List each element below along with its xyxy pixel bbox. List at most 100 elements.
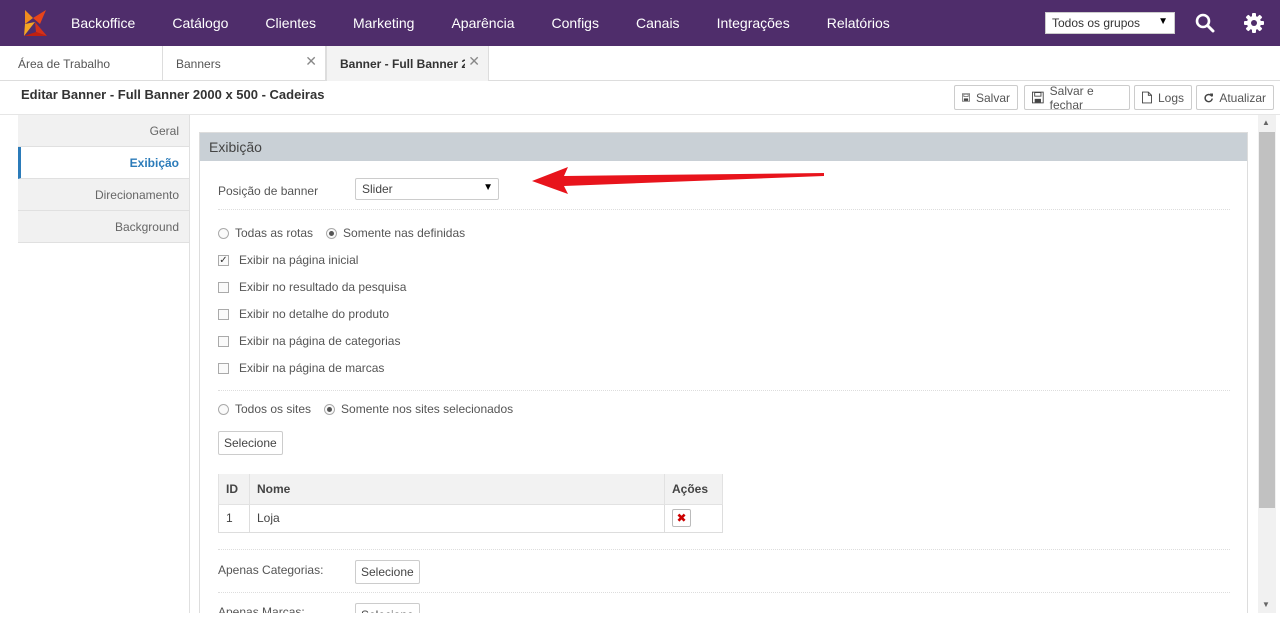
tab-banner-full[interactable]: Banner - Full Banner 2000 x 500 ✕ (326, 46, 489, 81)
tab-label: Área de Trabalho (18, 56, 111, 71)
scroll-up-icon[interactable]: ▲ (1262, 118, 1270, 127)
delete-icon[interactable]: ✖ (672, 509, 692, 527)
sidebar-item-label: Exibição (129, 155, 179, 170)
nav-menu: Backoffice Catálogo Clientes Marketing A… (71, 15, 927, 31)
tabs-bar: Área de Trabalho Banners ✕ Banner - Full… (0, 46, 1280, 81)
select-brands-button[interactable]: Selecione (355, 603, 420, 613)
gear-icon[interactable] (1243, 12, 1265, 34)
cell-id: 1 (218, 503, 250, 533)
radio-all-routes[interactable] (218, 227, 229, 239)
table-header-row: ID Nome Ações (218, 474, 723, 505)
sidebar-item-label: Direcionamento (94, 187, 179, 202)
save-close-button[interactable]: Salvar e fechar (1024, 83, 1130, 112)
check-row: Exibir na página de marcas (218, 361, 384, 375)
group-select[interactable]: Todos os grupos ▼ (1045, 12, 1175, 34)
vertical-scrollbar[interactable]: ▲ ▼ (1258, 115, 1276, 613)
checkbox-label: Exibir no detalhe do produto (239, 307, 390, 321)
radio-label: Somente nas definidas (343, 226, 466, 240)
section-sidebar: Geral Exibição Direcionamento Background (18, 115, 190, 613)
save-close-label: Salvar e fechar (1049, 83, 1094, 112)
sidebar-item-exibicao[interactable]: Exibição (18, 147, 189, 179)
radio-label: Todos os sites (235, 402, 312, 416)
header-divider (0, 114, 1280, 115)
page-title: Editar Banner - Full Banner 2000 x 500 -… (21, 87, 325, 102)
logs-label: Logs (1157, 90, 1184, 105)
nav-item-configs[interactable]: Configs (552, 15, 599, 31)
tab-banners[interactable]: Banners ✕ (163, 46, 326, 81)
annotation-arrow-icon (532, 167, 824, 194)
nav-item-catalogo[interactable]: Catálogo (172, 15, 228, 31)
nav-item-relatorios[interactable]: Relatórios (827, 15, 890, 31)
panel-title: Exibição (200, 133, 1247, 161)
divider (218, 549, 1230, 550)
position-select[interactable]: Slider ▼ (355, 178, 499, 200)
sidebar-item-label: Background (114, 219, 179, 234)
nav-item-marketing[interactable]: Marketing (353, 15, 414, 31)
chevron-down-icon: ▼ (1158, 16, 1168, 27)
nav-item-backoffice[interactable]: Backoffice (71, 15, 135, 31)
close-icon[interactable]: ✕ (305, 53, 317, 70)
sidebar-item-direcionamento[interactable]: Direcionamento (18, 179, 189, 211)
refresh-icon (1204, 93, 1213, 103)
sidebar-item-geral[interactable]: Geral (18, 115, 189, 147)
tab-label: Banners (176, 56, 221, 71)
logs-button[interactable]: Logs (1134, 85, 1192, 110)
checkbox-categories[interactable] (218, 335, 229, 347)
nav-item-aparencia[interactable]: Aparência (451, 15, 514, 31)
sidebar-item-background[interactable]: Background (18, 211, 189, 243)
divider (218, 390, 1230, 391)
checkbox-brands[interactable] (218, 362, 229, 374)
logo-icon[interactable] (12, 0, 58, 46)
sites-table: ID Nome Ações 1 Loja ✖ (218, 474, 723, 533)
cell-nome: Loja (248, 503, 666, 533)
check-row: Exibir na página de categorias (218, 334, 400, 348)
radio-defined-routes[interactable] (326, 227, 338, 239)
radio-label: Todas as rotas (235, 226, 314, 240)
divider (218, 592, 1230, 593)
group-select-value: Todos os grupos (1052, 16, 1141, 30)
checkbox-home[interactable]: ✓ (218, 254, 229, 266)
top-nav: Backoffice Catálogo Clientes Marketing A… (0, 0, 1280, 46)
radio-all-sites[interactable] (218, 403, 229, 415)
nav-item-canais[interactable]: Canais (636, 15, 680, 31)
check-row: Exibir no resultado da pesquisa (218, 280, 406, 294)
chevron-down-icon: ▼ (483, 182, 493, 193)
column-header-acoes: Ações (664, 474, 723, 505)
select-sites-button[interactable]: Selecione (218, 431, 283, 455)
nav-item-clientes[interactable]: Clientes (265, 15, 316, 31)
select-categories-button[interactable]: Selecione (355, 560, 420, 584)
divider (218, 209, 1230, 210)
file-icon (1142, 91, 1152, 104)
sidebar-item-label: Geral (149, 123, 179, 138)
save-button[interactable]: Salvar (954, 85, 1018, 110)
exibicao-panel: Exibição Posição de banner Slider ▼ Toda… (199, 132, 1248, 613)
brands-label: Apenas Marcas: (218, 605, 305, 613)
checkbox-label: Exibir no resultado da pesquisa (239, 280, 407, 294)
save-icon (962, 93, 970, 102)
tab-area-de-trabalho[interactable]: Área de Trabalho (0, 46, 163, 81)
refresh-label: Atualizar (1219, 90, 1266, 105)
sites-options: Todos os sites Somente nos sites selecio… (218, 402, 513, 416)
save-label: Salvar (975, 90, 1010, 105)
cell-acoes: ✖ (664, 503, 723, 533)
scroll-down-icon[interactable]: ▼ (1262, 600, 1270, 609)
check-row: ✓ Exibir na página inicial (218, 253, 358, 267)
close-icon[interactable]: ✕ (468, 53, 480, 70)
refresh-button[interactable]: Atualizar (1196, 85, 1274, 110)
nav-item-integracoes[interactable]: Integrações (717, 15, 790, 31)
table-row: 1 Loja ✖ (218, 503, 723, 533)
check-row: Exibir no detalhe do produto (218, 307, 389, 321)
tab-label: Banner - Full Banner 2000 x 500 (340, 56, 465, 71)
column-header-id: ID (218, 474, 250, 505)
checkbox-label: Exibir na página inicial (239, 253, 359, 267)
radio-selected-sites[interactable] (324, 403, 336, 415)
checkbox-product[interactable] (218, 308, 229, 320)
scrollbar-thumb[interactable] (1259, 132, 1275, 508)
checkbox-search[interactable] (218, 281, 229, 293)
radio-label: Somente nos sites selecionados (341, 402, 514, 416)
checkbox-label: Exibir na página de marcas (239, 361, 385, 375)
routes-options: Todas as rotas Somente nas definidas (218, 226, 465, 240)
search-icon[interactable] (1194, 12, 1216, 34)
categories-label: Apenas Categorias: (218, 563, 324, 577)
position-label: Posição de banner (218, 184, 319, 198)
